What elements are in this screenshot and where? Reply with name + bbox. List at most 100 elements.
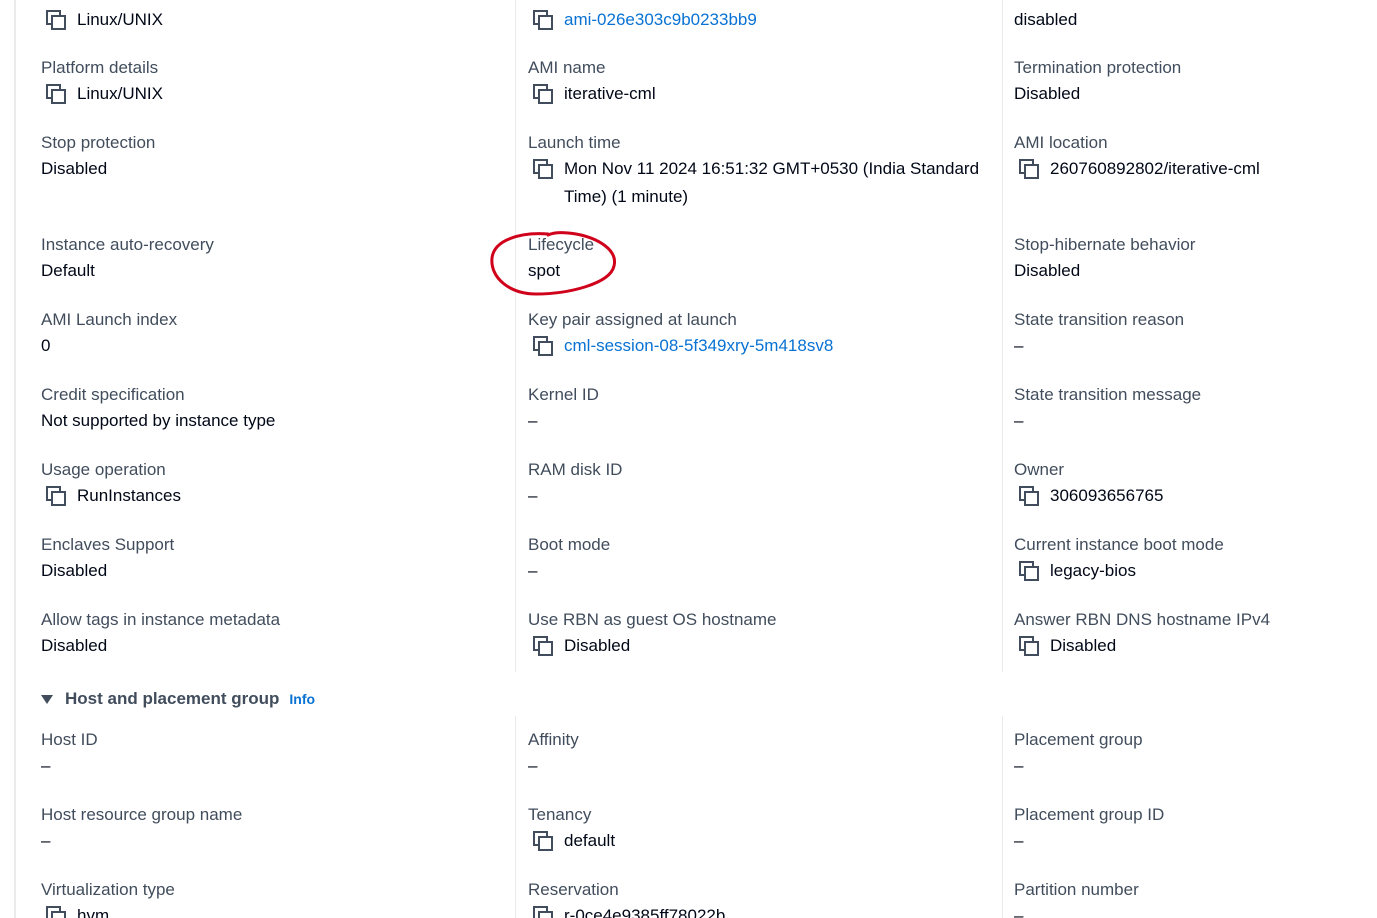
column-divider [515, 0, 516, 672]
field-text: – [1014, 831, 1024, 850]
copy-icon[interactable] [45, 83, 67, 105]
field-value: Mon Nov 11 2024 16:51:32 GMT+0530 (India… [528, 155, 988, 211]
field-label: State transition message [1014, 385, 1202, 404]
field-value: legacy-bios [1014, 557, 1377, 585]
field-kernel-id: Kernel ID – [528, 383, 988, 435]
field-value: – [41, 827, 501, 855]
copy-icon[interactable] [532, 335, 554, 357]
host-placement-section-header[interactable]: Host and placement group Info [41, 687, 315, 711]
column-divider [515, 716, 516, 918]
field-label: Virtualization type [41, 880, 175, 899]
key-pair-link[interactable]: cml-session-08-5f349xry-5m418sv8 [564, 332, 833, 360]
field-host-id: Host ID – [41, 728, 501, 780]
field-text: r-0ce4e9385ff78022b [564, 906, 726, 918]
field-text: spot [528, 261, 561, 280]
field-value: Disabled [41, 557, 501, 585]
copy-icon[interactable] [45, 485, 67, 507]
field-affinity: Affinity – [528, 728, 988, 780]
field-placement-group-id: Placement group ID – [1014, 803, 1377, 855]
value: Linux/UNIX [41, 6, 501, 34]
field-platform-details: Platform details Linux/UNIX [41, 56, 501, 108]
field-label: Allow tags in instance metadata [41, 610, 281, 629]
copy-icon[interactable] [532, 83, 554, 105]
field-value: Disabled [528, 632, 988, 660]
field-text: – [41, 831, 51, 850]
field-label: Host ID [41, 730, 98, 749]
field-value: Not supported by instance type [41, 407, 501, 435]
ami-id-link[interactable]: ami-026e303c9b0233bb9 [564, 6, 757, 34]
caret-down-icon[interactable] [41, 694, 53, 704]
field-label: AMI name [528, 58, 606, 77]
field-value: – [1014, 827, 1377, 855]
column-divider [1002, 0, 1003, 672]
info-link[interactable]: Info [289, 691, 315, 707]
field-credit-specification: Credit specification Not supported by in… [41, 383, 501, 435]
copy-icon[interactable] [1018, 485, 1040, 507]
copy-icon[interactable] [45, 9, 67, 31]
field-text: Disabled [1014, 261, 1081, 280]
field-value: – [1014, 332, 1377, 360]
field-text: – [528, 411, 538, 430]
copy-icon[interactable] [1018, 560, 1040, 582]
field-partition-number: Partition number – [1014, 878, 1377, 918]
status-value: disabled [1014, 10, 1078, 29]
field-text: – [1014, 906, 1024, 918]
field-value: – [1014, 752, 1377, 780]
copy-icon[interactable] [1018, 635, 1040, 657]
field-text: – [41, 756, 51, 775]
section-title[interactable]: Host and placement group [65, 689, 279, 709]
field-text: Not supported by instance type [41, 411, 276, 430]
top-row-cell: Linux/UNIX [41, 6, 501, 34]
copy-icon[interactable] [532, 9, 554, 31]
copy-icon[interactable] [532, 905, 554, 918]
field-label: Partition number [1014, 880, 1139, 899]
top-row-cell: ami-026e303c9b0233bb9 [528, 6, 988, 34]
field-text: – [1014, 756, 1024, 775]
field-answer-rbn-dns: Answer RBN DNS hostname IPv4 Disabled [1014, 608, 1377, 660]
copy-icon[interactable] [1018, 158, 1040, 180]
field-usage-operation: Usage operation RunInstances [41, 458, 501, 510]
field-value: 0 [41, 332, 501, 360]
field-host-resource-group: Host resource group name – [41, 803, 501, 855]
platform-value: Linux/UNIX [77, 10, 163, 29]
field-value: default [528, 827, 988, 855]
field-owner: Owner 306093656765 [1014, 458, 1377, 510]
field-label: AMI Launch index [41, 310, 178, 329]
field-virtualization-type: Virtualization type hvm [41, 878, 501, 918]
field-value: cml-session-08-5f349xry-5m418sv8 [528, 332, 988, 360]
field-state-transition-reason: State transition reason – [1014, 308, 1377, 360]
field-text: – [528, 486, 538, 505]
field-label: Credit specification [41, 385, 185, 404]
field-text: Disabled [41, 636, 108, 655]
copy-icon[interactable] [45, 905, 67, 918]
field-label: Tenancy [528, 805, 592, 824]
field-value: Disabled [1014, 632, 1377, 660]
field-ami-launch-index: AMI Launch index 0 [41, 308, 501, 360]
copy-icon[interactable] [532, 635, 554, 657]
field-label: Key pair assigned at launch [528, 310, 737, 329]
field-text: legacy-bios [1050, 561, 1136, 580]
field-text: – [1014, 411, 1024, 430]
field-text: Default [41, 261, 95, 280]
instance-details-page: Linux/UNIX ami-026e303c9b0233bb9 disable… [0, 0, 1377, 918]
field-text: Disabled [1050, 636, 1117, 655]
field-value: Linux/UNIX [41, 80, 501, 108]
field-stop-hibernate: Stop-hibernate behavior Disabled [1014, 233, 1377, 285]
field-value: – [528, 482, 988, 510]
field-termination-protection: Termination protection Disabled [1014, 56, 1377, 108]
field-label: Lifecycle [528, 235, 595, 254]
field-text: 306093656765 [1050, 486, 1164, 505]
copy-icon[interactable] [532, 158, 554, 180]
field-tenancy: Tenancy default [528, 803, 988, 855]
field-placement-group: Placement group – [1014, 728, 1377, 780]
field-value: RunInstances [41, 482, 501, 510]
field-label: Placement group [1014, 730, 1143, 749]
copy-icon[interactable] [532, 830, 554, 852]
field-label: Termination protection [1014, 58, 1182, 77]
field-value: – [41, 752, 501, 780]
field-use-rbn-hostname: Use RBN as guest OS hostname Disabled [528, 608, 988, 660]
field-value: Disabled [41, 155, 501, 183]
field-value: iterative-cml [528, 80, 988, 108]
field-label: Stop protection [41, 133, 156, 152]
field-text: iterative-cml [564, 84, 656, 103]
